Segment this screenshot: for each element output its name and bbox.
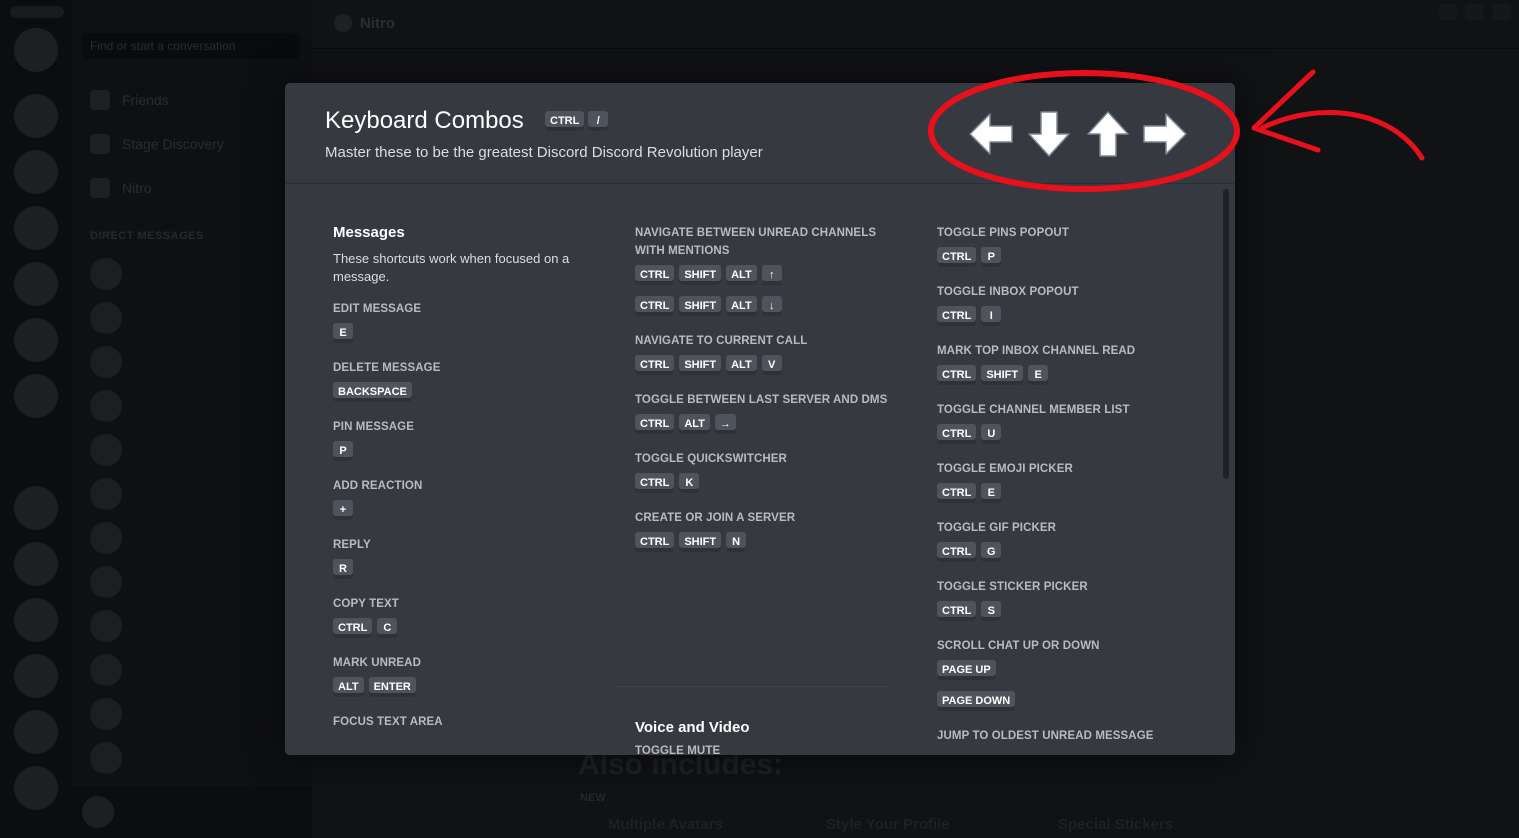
annotation-arrowhead — [1251, 69, 1321, 153]
annotation-arrow — [1259, 110, 1425, 161]
down-arrow-icon — [1028, 111, 1070, 157]
up-arrow-icon — [1087, 111, 1129, 157]
annotation-overlay — [928, 69, 1425, 192]
left-arrow-icon — [969, 113, 1013, 155]
right-arrow-icon — [1143, 113, 1187, 155]
